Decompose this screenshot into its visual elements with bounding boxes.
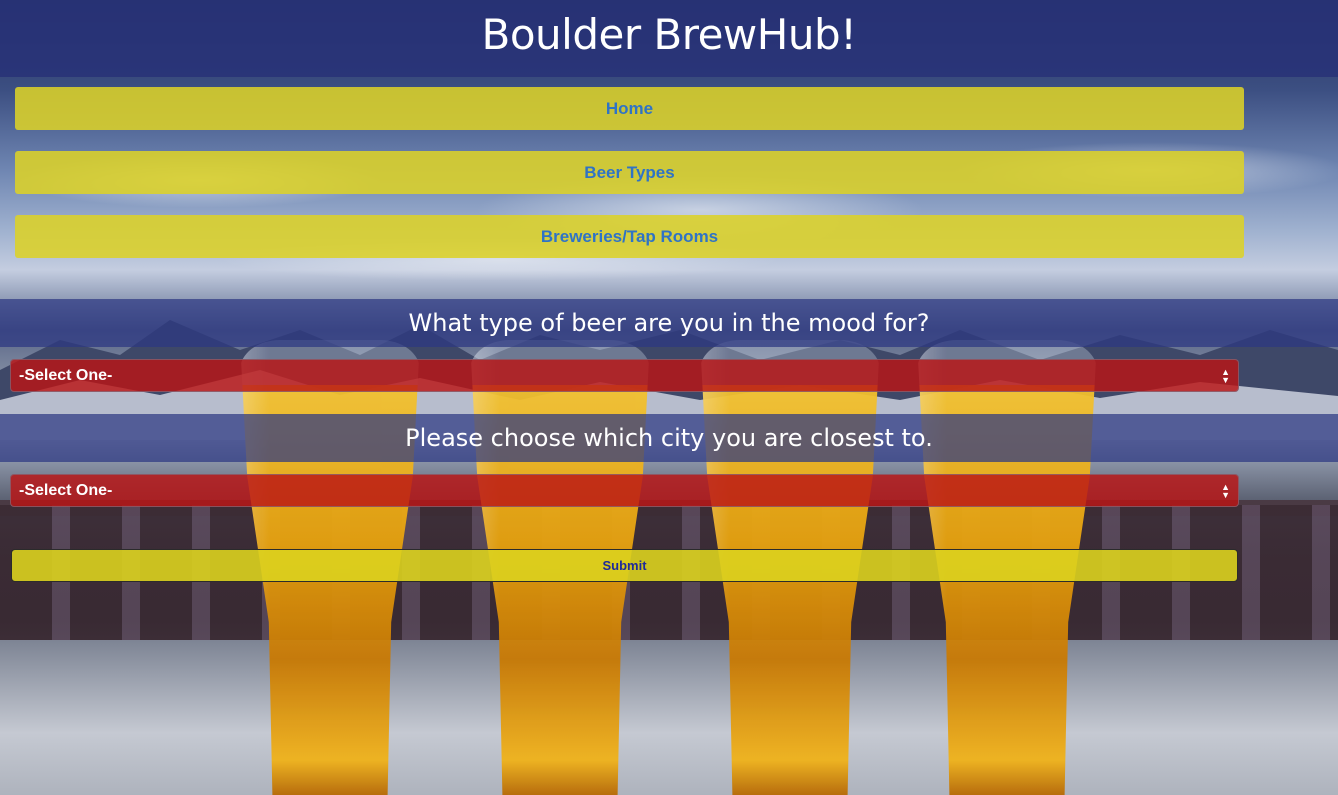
city-heading-band: Please choose which city you are closest… xyxy=(0,414,1338,462)
city-select[interactable]: -Select One- ▲ ▼ xyxy=(10,474,1239,507)
select-arrows-icon: ▲ ▼ xyxy=(1221,366,1230,385)
site-header: Boulder BrewHub! xyxy=(0,0,1338,77)
beer-type-heading: What type of beer are you in the mood fo… xyxy=(408,309,930,337)
city-select-value: -Select One- xyxy=(19,481,113,499)
nav-beer-types-button[interactable]: Beer Types xyxy=(15,151,1244,194)
nav-breweries-button[interactable]: Breweries/Tap Rooms xyxy=(15,215,1244,258)
table-decoration xyxy=(0,640,1338,795)
select-arrows-icon: ▲ ▼ xyxy=(1221,481,1230,500)
city-heading: Please choose which city you are closest… xyxy=(405,424,933,452)
beer-type-select-value: -Select One- xyxy=(19,366,113,384)
main-nav: Home Beer Types Breweries/Tap Rooms xyxy=(15,87,1244,279)
beer-type-select[interactable]: -Select One- ▲ ▼ xyxy=(10,359,1239,392)
site-title: Boulder BrewHub! xyxy=(481,10,857,59)
submit-button[interactable]: Submit xyxy=(11,549,1238,582)
nav-home-button[interactable]: Home xyxy=(15,87,1244,130)
beer-type-heading-band: What type of beer are you in the mood fo… xyxy=(0,299,1338,347)
